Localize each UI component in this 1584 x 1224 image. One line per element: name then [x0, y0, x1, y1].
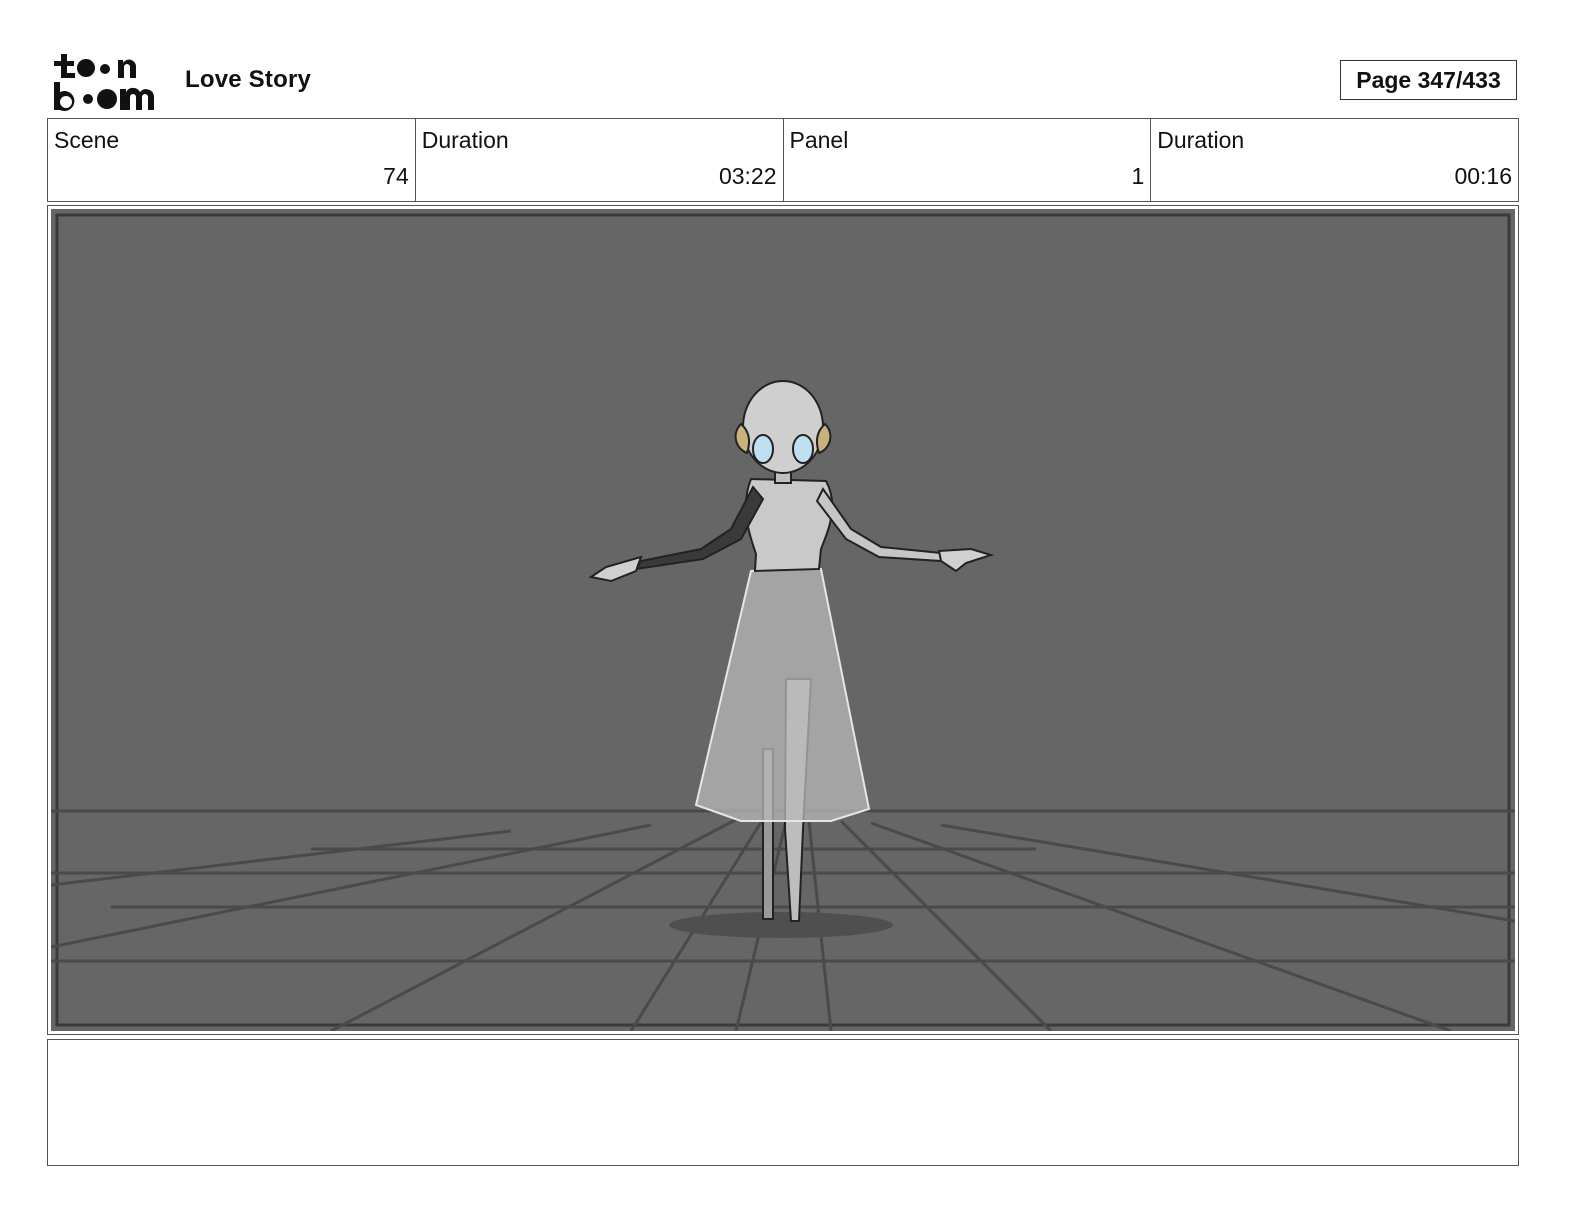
project-title: Love Story: [185, 66, 312, 93]
info-table: Scene 74 Duration 03:22 Panel 1 Duration…: [47, 118, 1519, 202]
panel-cell: Panel 1: [784, 119, 1152, 201]
scene-cell: Scene 74: [48, 119, 416, 201]
scene-duration-cell: Duration 03:22: [416, 119, 784, 201]
scene-duration-label: Duration: [421, 127, 509, 153]
panel-notes: [47, 1039, 1519, 1166]
panel-value: 1: [1131, 163, 1145, 189]
storyboard-panel-image: [51, 209, 1515, 1031]
panel-label: Panel: [789, 127, 849, 153]
page-indicator: Page 347/433: [1340, 60, 1517, 100]
panel-duration-label: Duration: [1157, 127, 1245, 153]
panel-duration-cell: Duration 00:16: [1151, 119, 1518, 201]
panel-frame: [47, 205, 1519, 1035]
panel-duration-value: 00:16: [1454, 163, 1512, 189]
scene-label: Scene: [54, 127, 120, 153]
toon-boom-logo: [52, 52, 164, 112]
scene-value: 74: [383, 163, 409, 189]
scene-duration-value: 03:22: [718, 163, 777, 189]
